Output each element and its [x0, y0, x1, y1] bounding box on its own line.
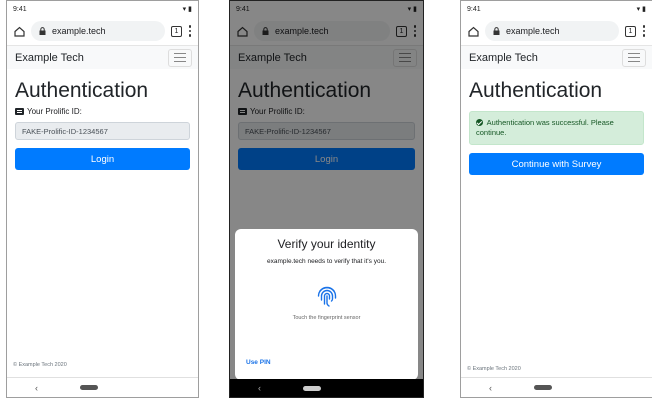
browser-toolbar: example.tech 1 [7, 17, 198, 45]
home-icon[interactable] [467, 25, 479, 37]
system-nav-bar: ‹ [7, 377, 198, 397]
status-bar: 9:41 ▾ ▮ [7, 1, 198, 17]
battery-icon: ▮ [188, 6, 192, 13]
login-button[interactable]: Login [15, 148, 190, 170]
id-label: Your Prolific ID: [27, 107, 82, 116]
browser-toolbar: example.tech 1 [461, 17, 652, 45]
lock-icon [493, 27, 500, 35]
dimmed-page: 9:41 ▾ ▮ example.tech 1 Example Tech Aut… [230, 1, 423, 381]
hamburger-icon[interactable] [622, 48, 646, 67]
dialog-title: Verify your identity [277, 237, 376, 251]
page-title: Authentication [469, 79, 603, 102]
footer-text: © Example Tech 2020 [467, 366, 521, 372]
page-content: Authentication Authentication was succes… [461, 79, 652, 175]
menu-dots-icon[interactable] [642, 25, 646, 37]
home-pill-icon[interactable] [80, 385, 98, 390]
dialog-subtitle: example.tech needs to verify that it's y… [266, 258, 387, 265]
back-icon[interactable]: ‹ [35, 383, 38, 393]
site-navbar: Example Tech [7, 45, 198, 69]
id-card-icon [15, 108, 24, 115]
wifi-icon: ▾ [636, 6, 641, 13]
tabs-icon[interactable]: 1 [171, 25, 182, 37]
status-time: 9:41 [13, 5, 27, 13]
hamburger-icon[interactable] [168, 48, 192, 67]
check-circle-icon [476, 119, 483, 126]
page-title: Authentication [15, 79, 149, 102]
back-icon[interactable]: ‹ [489, 383, 492, 393]
navbar-brand[interactable]: Example Tech [469, 52, 538, 64]
footer-text: © Example Tech 2020 [13, 362, 67, 368]
fingerprint-hint: Touch the fingerprint sensor [292, 315, 361, 321]
status-time: 9:41 [467, 5, 481, 13]
home-pill-icon[interactable] [534, 385, 552, 390]
url-text: example.tech [506, 26, 560, 36]
system-nav-bar: ‹ [461, 377, 652, 397]
url-text: example.tech [52, 26, 106, 36]
phone-success-screen: 9:41 ▾ ▮ example.tech 1 Example Tech Aut… [460, 0, 652, 398]
address-bar[interactable]: example.tech [31, 21, 165, 41]
id-label-row: Your Prolific ID: [15, 107, 190, 116]
verify-dialog: Verify your identity example.tech needs … [235, 229, 418, 380]
battery-icon: ▮ [642, 6, 646, 13]
address-bar[interactable]: example.tech [485, 21, 619, 41]
phone-verify-screen: 9:41 ▾ ▮ example.tech 1 Example Tech Aut… [229, 0, 424, 398]
continue-survey-button[interactable]: Continue with Survey [469, 153, 644, 175]
navbar-brand[interactable]: Example Tech [15, 52, 84, 64]
system-nav-bar: ‹ [230, 379, 423, 397]
home-pill-icon[interactable] [303, 385, 321, 391]
phone-login-screen: 9:41 ▾ ▮ example.tech 1 Example Tech Aut… [6, 0, 199, 398]
alert-text: Authentication was successful. Please co… [476, 118, 614, 137]
success-alert: Authentication was successful. Please co… [469, 111, 644, 145]
site-navbar: Example Tech [461, 45, 652, 69]
tabs-icon[interactable]: 1 [625, 25, 636, 37]
lock-icon [39, 27, 46, 35]
fingerprint-icon[interactable] [316, 285, 338, 309]
back-icon[interactable]: ‹ [258, 383, 261, 393]
status-bar: 9:41 ▾ ▮ [461, 1, 652, 17]
wifi-icon: ▾ [182, 6, 187, 13]
use-pin-button[interactable]: Use PIN [246, 359, 271, 366]
page-content: Authentication Your Prolific ID: FAKE-Pr… [7, 79, 198, 170]
home-icon[interactable] [13, 25, 25, 37]
menu-dots-icon[interactable] [188, 25, 192, 37]
prolific-id-field[interactable]: FAKE-Prolific-ID-1234567 [15, 122, 190, 140]
